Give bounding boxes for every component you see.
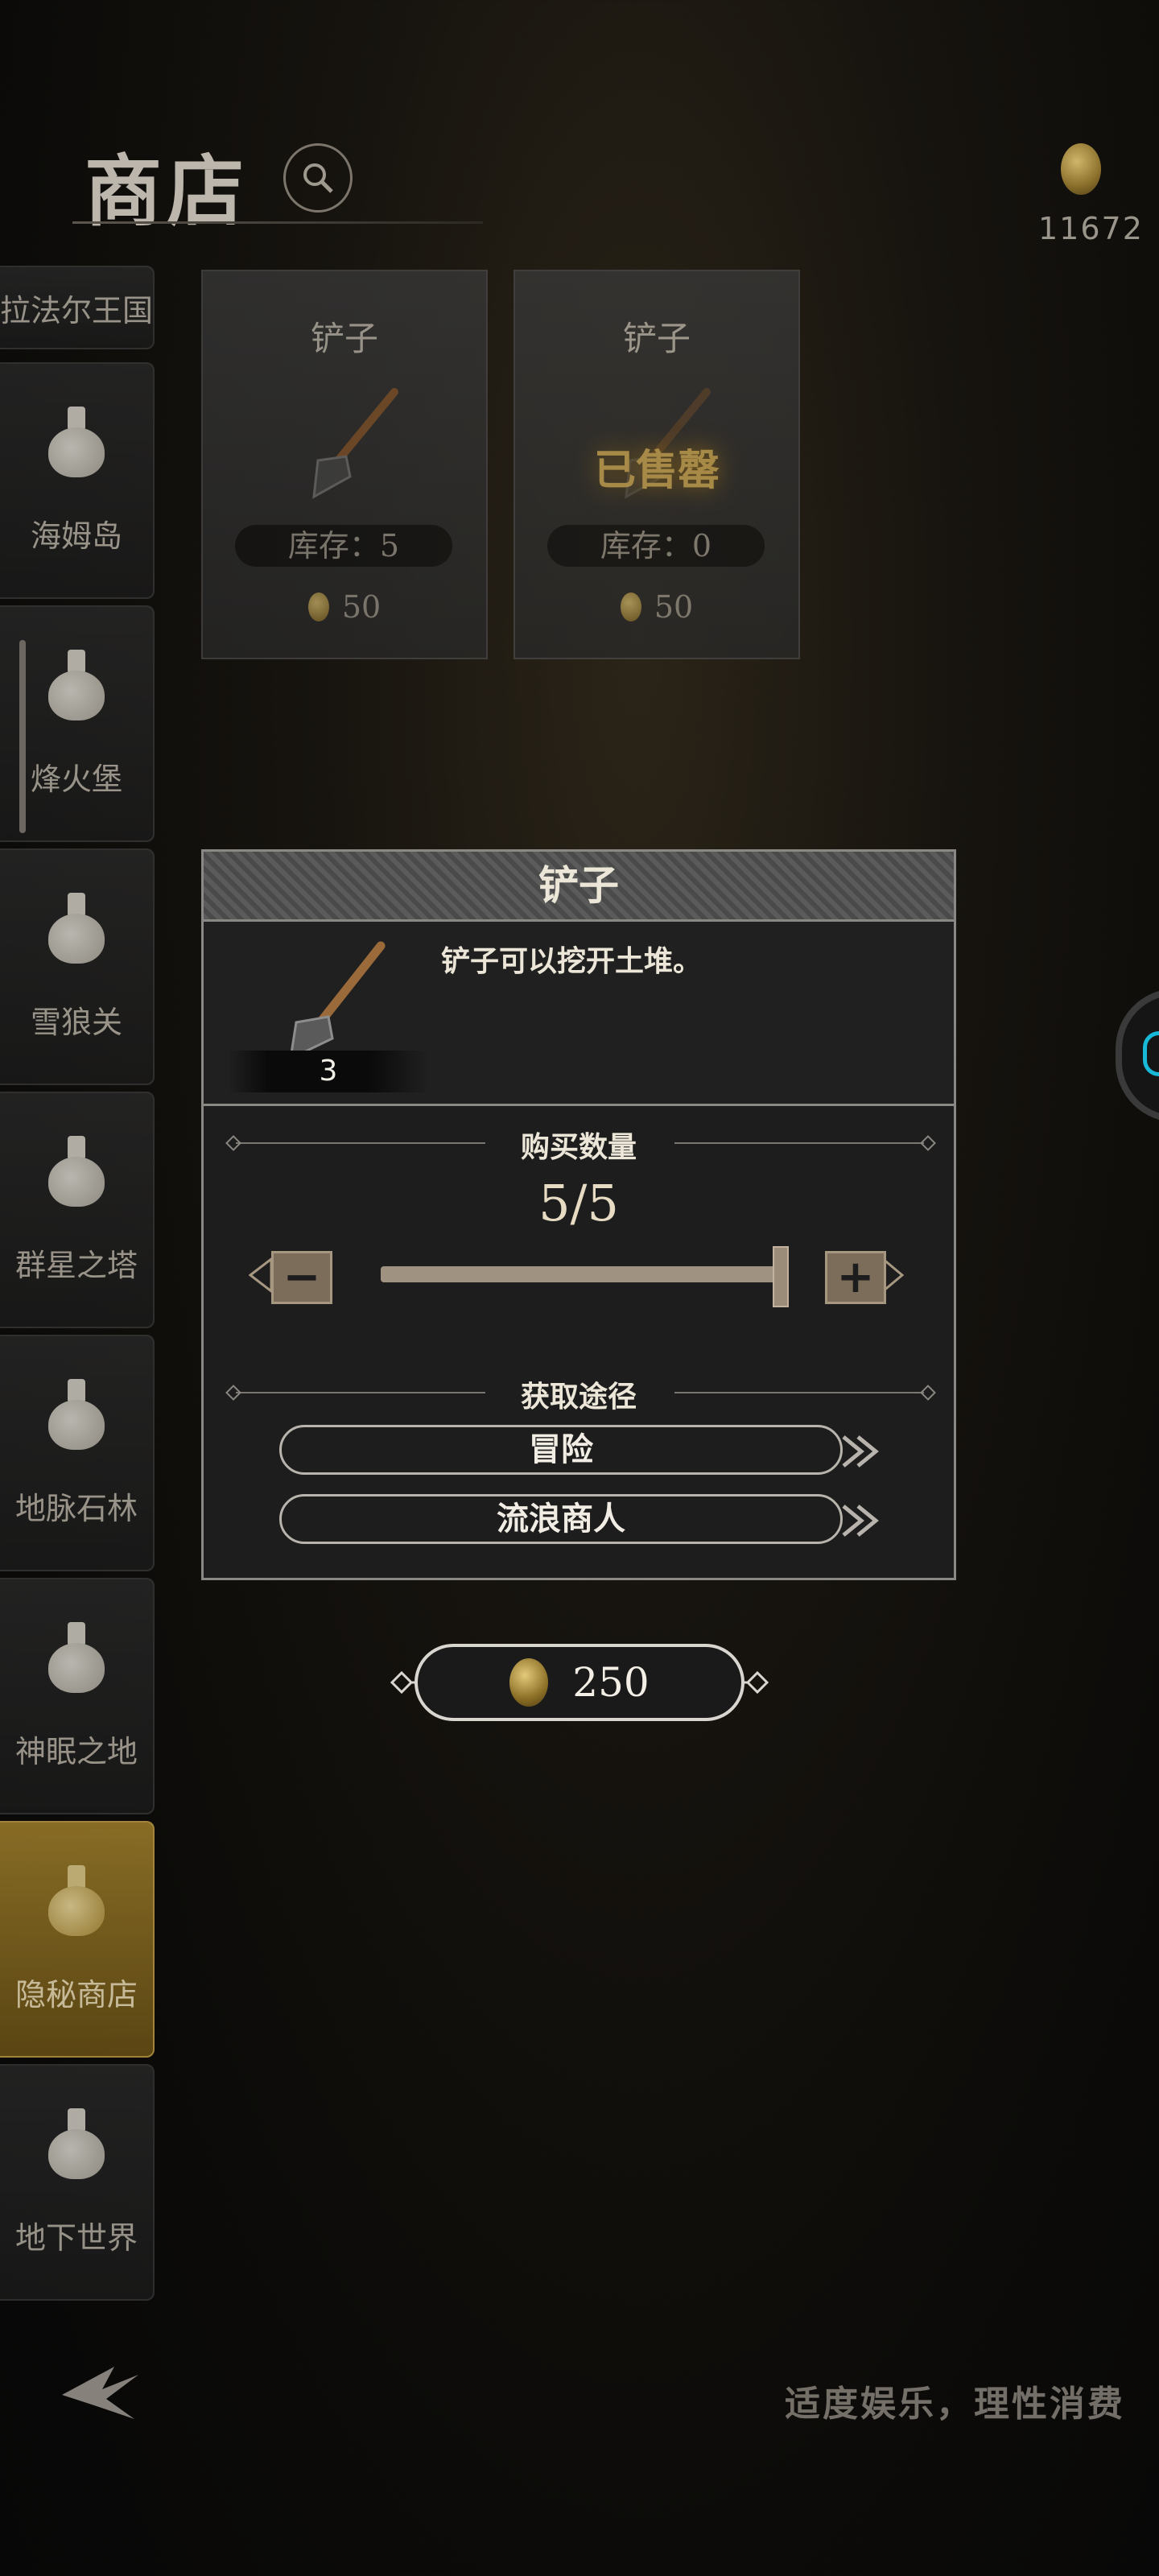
increase-quantity-button[interactable]: + xyxy=(809,1246,904,1304)
search-icon xyxy=(303,163,333,193)
sidebar-item-label: 雪狼关 xyxy=(30,1004,122,1040)
shop-item-card[interactable]: 铲子 已售罄 库存：0 50 xyxy=(514,270,800,659)
search-button[interactable] xyxy=(283,143,353,213)
shop-item-card[interactable]: 铲子 库存：5 50 xyxy=(201,270,488,659)
sidebar-item-label: 隐秘商店 xyxy=(14,1976,138,2013)
potion-flask-icon xyxy=(48,1621,105,1695)
item-name: 铲子 xyxy=(310,319,378,358)
potion-flask-icon xyxy=(48,1135,105,1208)
item-info-panel: 3 铲子可以挖开土堆。 xyxy=(204,922,954,1106)
potion-flask-icon xyxy=(48,2107,105,2181)
double-chevron-right-icon xyxy=(842,1435,879,1468)
sidebar-item-label: 海姆岛 xyxy=(30,518,122,554)
item-description: 铲子可以挖开土堆。 xyxy=(441,944,703,978)
potion-flask-icon xyxy=(48,649,105,722)
sidebar-item-snow-wolf-pass[interactable]: 雪狼关 xyxy=(0,848,155,1085)
sidebar-scrollbar[interactable] xyxy=(19,640,26,833)
sidebar-item-lafaer-kingdom[interactable]: 拉法尔王国 xyxy=(0,266,155,349)
ornament-icon xyxy=(390,1670,418,1695)
item-price-value: 50 xyxy=(654,589,694,625)
sidebar-item-god-sleep-land[interactable]: 神眠之地 xyxy=(0,1578,155,1814)
sidebar-item-label: 群星之塔 xyxy=(14,1247,138,1283)
dialog-title: 铲子 xyxy=(538,861,619,909)
currency-balance: 11672 xyxy=(1038,211,1144,246)
route-label: 流浪商人 xyxy=(497,1500,625,1538)
sidebar-item-star-tower[interactable]: 群星之塔 xyxy=(0,1092,155,1328)
minus-icon: − xyxy=(271,1251,332,1304)
sidebar-item-label: 地脉石林 xyxy=(14,1490,138,1526)
item-price: 50 xyxy=(203,589,486,625)
sidebar-item-underworld[interactable]: 地下世界 xyxy=(0,2064,155,2301)
potion-flask-icon xyxy=(48,1378,105,1451)
side-panel-toggle[interactable] xyxy=(1116,989,1159,1122)
item-stock: 库存：0 xyxy=(547,525,765,567)
sidebar-item-haimu-island[interactable]: 海姆岛 xyxy=(0,362,155,599)
potion-flask-icon xyxy=(48,1864,105,1938)
item-price: 50 xyxy=(515,589,798,625)
sidebar-item-label: 烽火堡 xyxy=(30,761,122,797)
acquire-section-label: 获取途径 xyxy=(520,1380,637,1414)
page-title: 商店 xyxy=(85,146,249,237)
sold-out-label: 已售罄 xyxy=(593,446,720,495)
back-icon[interactable] xyxy=(58,2351,146,2431)
health-notice: 适度娱乐，理性消费 xyxy=(785,2384,1125,2425)
sidebar-item-stone-forest[interactable]: 地脉石林 xyxy=(0,1335,155,1571)
coin-icon xyxy=(509,1658,549,1707)
item-price-value: 50 xyxy=(341,589,382,625)
potion-flask-icon xyxy=(48,892,105,965)
quantity-slider-handle[interactable] xyxy=(773,1246,789,1307)
plus-icon: + xyxy=(825,1251,886,1304)
decrease-quantity-button[interactable]: − xyxy=(249,1246,344,1304)
sidebar-item-label: 神眠之地 xyxy=(14,1733,138,1769)
buy-button[interactable]: 250 xyxy=(415,1644,744,1721)
total-price: 250 xyxy=(572,1659,650,1706)
arc-icon xyxy=(1143,1031,1159,1076)
potion-flask-icon xyxy=(48,406,105,479)
sidebar-item-hidden-shop[interactable]: 隐秘商店 xyxy=(0,1821,155,2058)
coin-icon xyxy=(620,592,641,621)
purchase-dialog: 铲子 3 铲子可以挖开土堆。 购买数量 5/5 − + 获取途径 冒险 流浪商人 xyxy=(201,849,956,1580)
acquire-route-adventure[interactable]: 冒险 xyxy=(279,1425,879,1475)
quantity-section-label: 购买数量 xyxy=(520,1130,637,1164)
double-chevron-right-icon xyxy=(842,1505,879,1537)
quantity-display: 5/5 xyxy=(538,1174,619,1232)
header-divider xyxy=(72,221,483,224)
item-stock: 库存：5 xyxy=(235,525,452,567)
route-label: 冒险 xyxy=(529,1430,593,1468)
sidebar-item-label: 地下世界 xyxy=(14,2219,138,2256)
ornament-icon xyxy=(741,1670,769,1695)
shovel-icon xyxy=(312,388,398,499)
acquire-route-wandering-merchant[interactable]: 流浪商人 xyxy=(279,1494,879,1544)
quantity-slider-track[interactable] xyxy=(381,1266,783,1282)
sidebar-item-label: 拉法尔王国 xyxy=(0,292,154,328)
coin-icon xyxy=(307,592,329,621)
coin-icon xyxy=(1061,143,1101,195)
item-name: 铲子 xyxy=(622,319,691,358)
owned-count: 3 xyxy=(228,1051,429,1092)
